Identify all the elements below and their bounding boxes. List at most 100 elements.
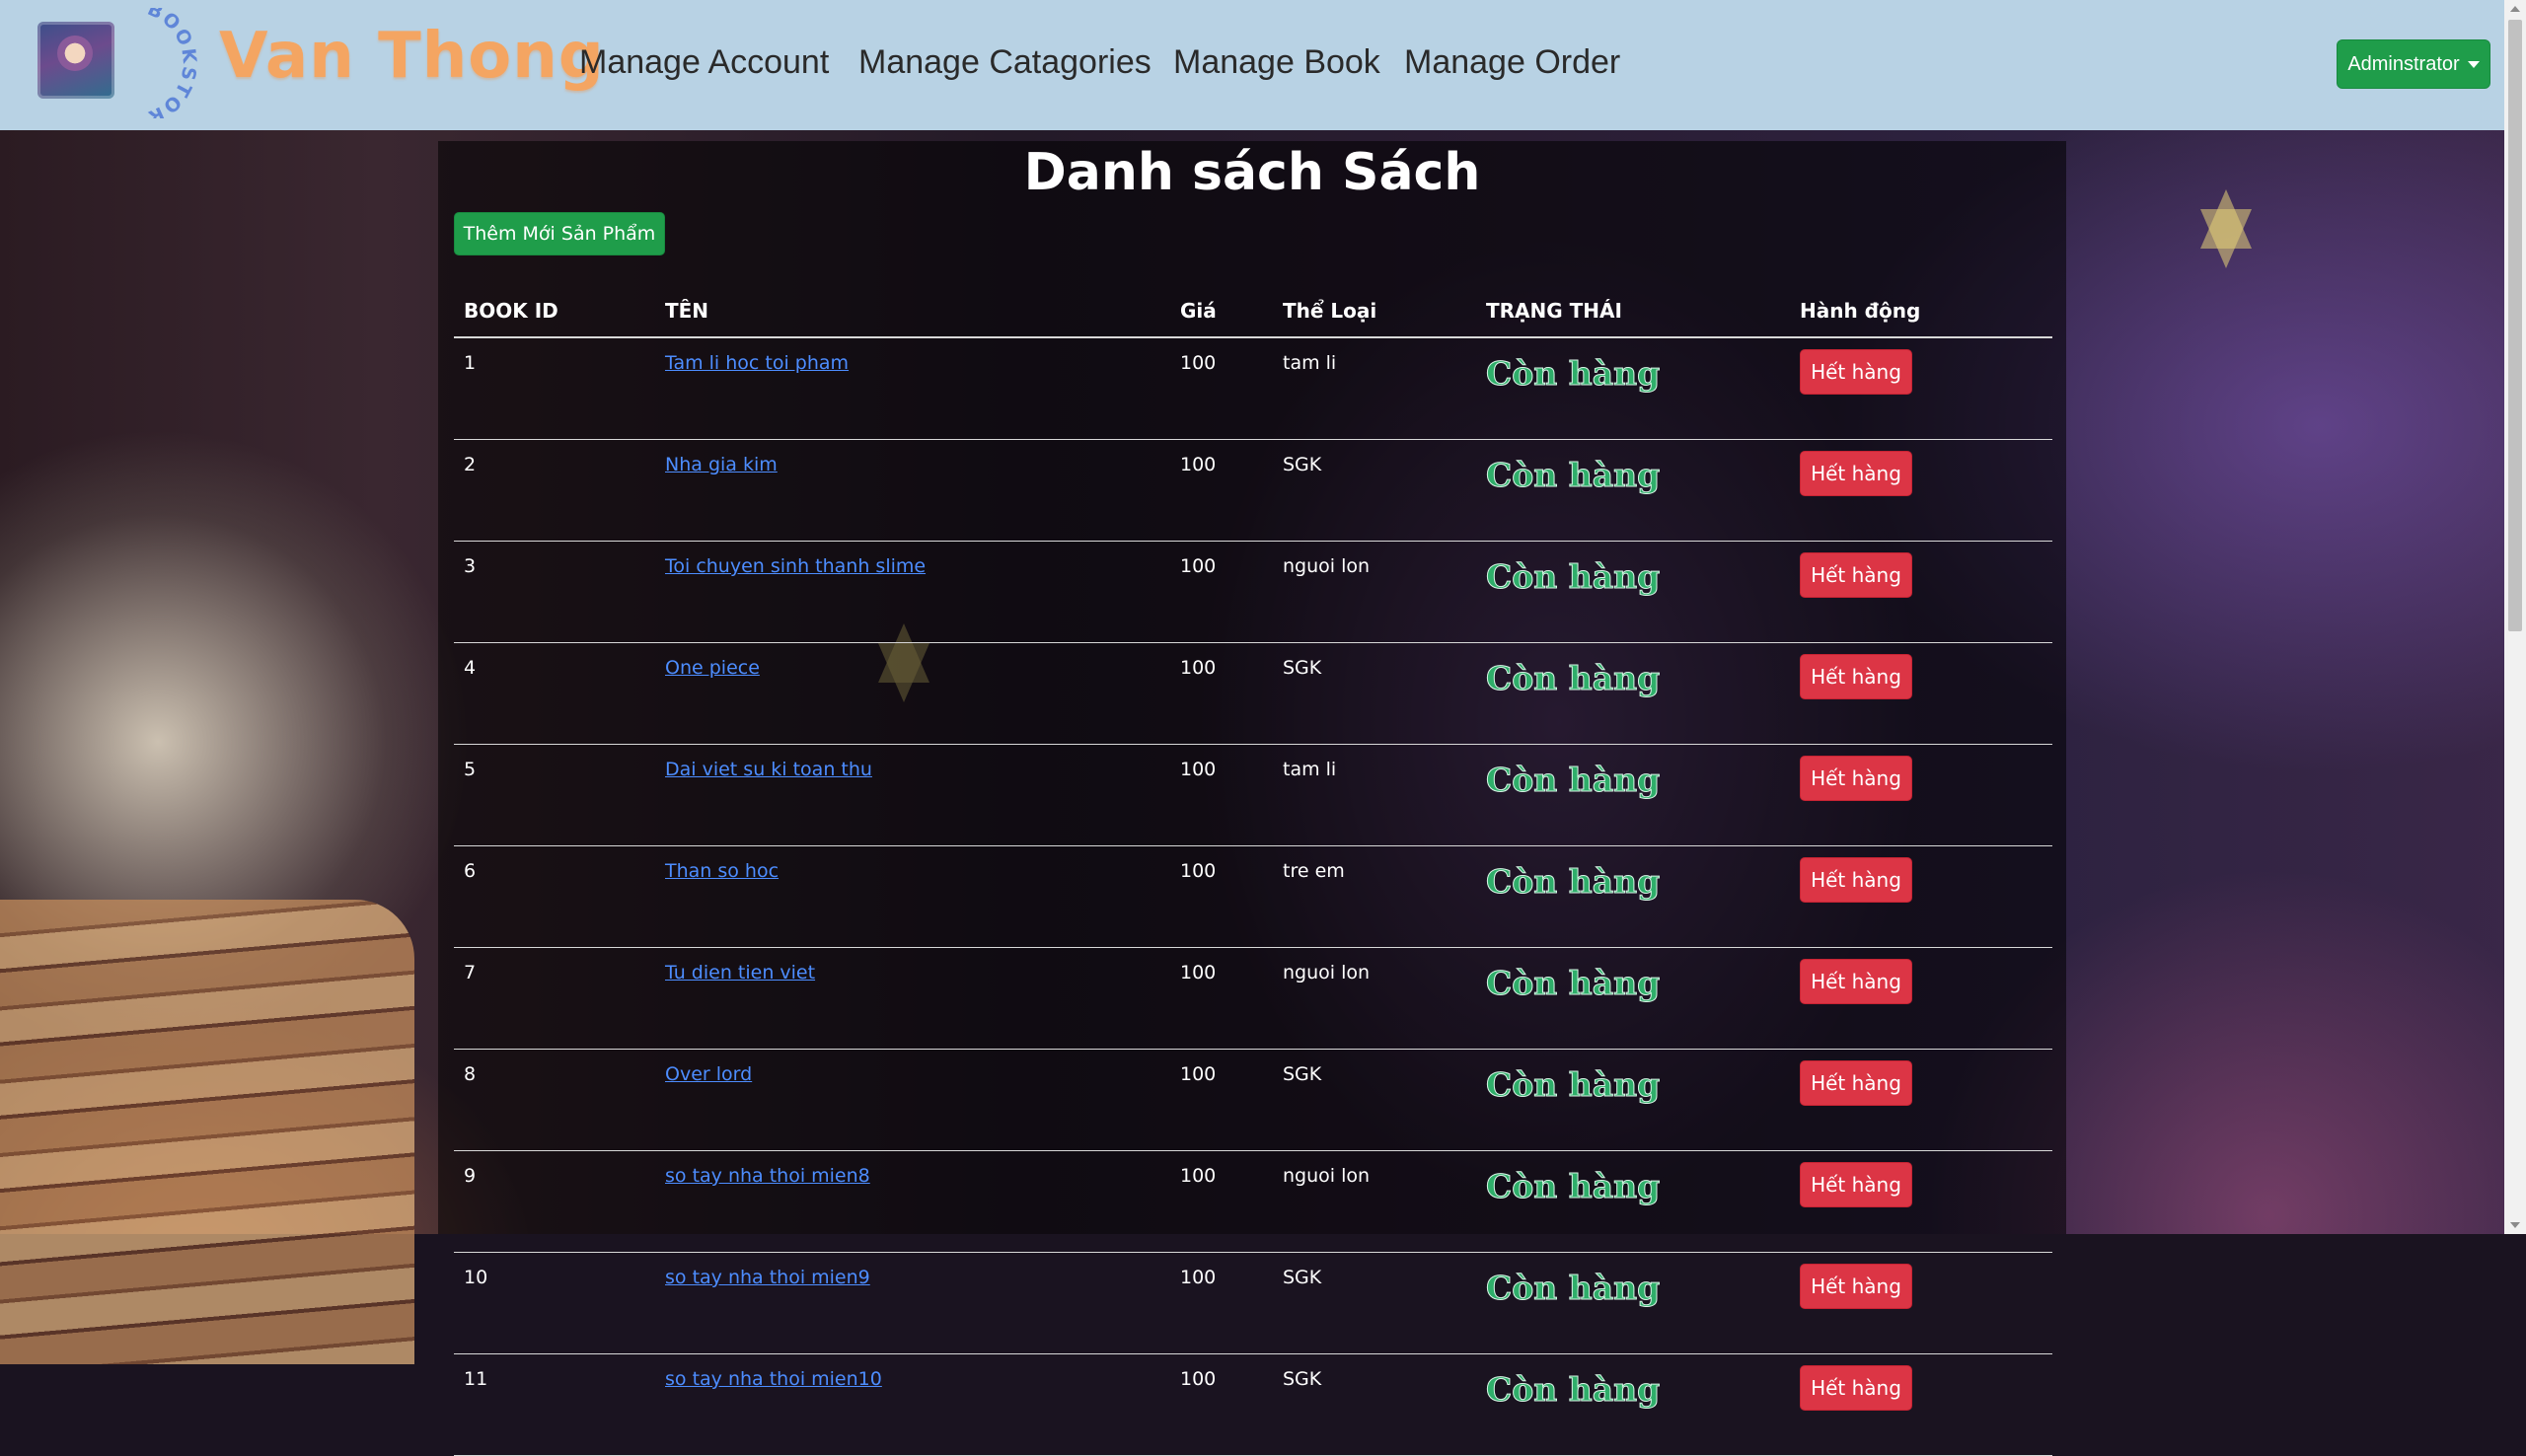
table-row: 9 so tay nha thoi mien8 100 nguoi lon Còn hà… [454,1150,2052,1253]
book-category-cell: SGK [1273,1353,1476,1456]
book-name-cell: Dai viet su ki toan thu [655,744,1170,846]
book-id-cell: 6 [454,845,655,948]
book-price-cell: 100 [1170,744,1273,846]
book-id-cell: 5 [454,744,655,846]
book-name-link[interactable]: so tay nha thoi mien10 [665,1368,882,1390]
status-label: Còn hàng [1485,862,1661,902]
book-action-cell: Hết hàng [1790,1252,2052,1354]
out-of-stock-button[interactable]: Hết hàng [1800,1264,1912,1309]
table-row: 11 so tay nha thoi mien10 100 SGK Còn hàng Hế… [454,1353,2052,1456]
book-action-cell: Hết hàng [1790,845,2052,948]
book-name-link[interactable]: so tay nha thoi mien8 [665,1165,870,1187]
out-of-stock-button[interactable]: Hết hàng [1800,654,1912,699]
bookstore-logo-icon[interactable] [37,22,114,99]
star-illustration [2200,189,2252,268]
nav-manage-account[interactable]: Manage Account [579,43,829,82]
out-of-stock-button[interactable]: Hết hàng [1800,756,1912,801]
status-label: Còn hàng [1485,761,1661,800]
book-price-cell: 100 [1170,439,1273,542]
book-name-cell: Nha gia kim [655,439,1170,542]
header-status[interactable]: TRẠNG THÁI [1476,285,1790,338]
book-name-cell: Toi chuyen sinh thanh slime [655,541,1170,643]
book-action-cell: Hết hàng [1790,1353,2052,1456]
out-of-stock-button[interactable]: Hết hàng [1800,1162,1912,1207]
nav-manage-order[interactable]: Manage Order [1404,43,1620,82]
nav-manage-book[interactable]: Manage Book [1173,43,1380,82]
table-header-row: BOOK ID TÊN Giá Thể Loại TRẠNG THÁI Hành… [454,285,2052,338]
book-price-cell: 100 [1170,642,1273,745]
book-name-link[interactable]: One piece [665,657,760,679]
chevron-down-icon [2467,60,2480,68]
book-status-cell: Còn hàng [1476,1252,1790,1354]
admin-dropdown-button[interactable]: Adminstrator [2337,39,2490,89]
book-category-cell: tre em [1273,845,1476,948]
table-row: 2 Nha gia kim 100 SGK Còn hàng Hết hàng [454,439,2052,542]
book-category-cell: nguoi lon [1273,947,1476,1050]
header-category[interactable]: Thể Loại [1273,285,1476,338]
status-label: Còn hàng [1485,1167,1661,1206]
nav-manage-categories[interactable]: Manage Catagories [858,43,1152,82]
book-name-cell: One piece [655,642,1170,745]
out-of-stock-button[interactable]: Hết hàng [1800,1365,1912,1411]
out-of-stock-button[interactable]: Hết hàng [1800,857,1912,903]
book-name-cell: Than so hoc [655,845,1170,948]
book-action-cell: Hết hàng [1790,947,2052,1050]
book-name-cell: Tam li hoc toi pham [655,337,1170,440]
book-list-panel: Danh sách Sách Thêm Mới Sản Phẩm BOOK ID… [438,141,2066,1456]
table-row: 5 Dai viet su ki toan thu 100 tam li Còn hàn… [454,744,2052,846]
header-book-id[interactable]: BOOK ID [454,285,655,338]
out-of-stock-button[interactable]: Hết hàng [1800,451,1912,496]
book-action-cell: Hết hàng [1790,337,2052,440]
book-status-cell: Còn hàng [1476,1353,1790,1456]
book-status-cell: Còn hàng [1476,1150,1790,1253]
brand-title[interactable]: Van Thong [219,20,605,93]
book-status-cell: Còn hàng [1476,947,1790,1050]
add-product-button[interactable]: Thêm Mới Sản Phẩm [454,212,665,255]
status-label: Còn hàng [1485,1269,1661,1308]
scroll-down-arrow-icon[interactable] [2510,1222,2520,1228]
table-body: 1 Tam li hoc toi pham 100 tam li Còn hàng Hết… [454,337,2052,1456]
scrollbar-thumb[interactable] [2508,20,2522,631]
book-price-cell: 100 [1170,1049,1273,1151]
page-scrollbar[interactable] [2504,0,2526,1234]
status-label: Còn hàng [1485,964,1661,1003]
header-action[interactable]: Hành động [1790,285,2052,338]
book-name-link[interactable]: Nha gia kim [665,454,778,475]
book-price-cell: 100 [1170,1252,1273,1354]
book-status-cell: Còn hàng [1476,439,1790,542]
book-name-link[interactable]: Tu dien tien viet [665,962,815,983]
table-row: 8 Over lord 100 SGK Còn hàng Hết hàng [454,1049,2052,1151]
book-id-cell: 1 [454,337,655,440]
book-name-link[interactable]: Tam li hoc toi pham [665,352,849,374]
out-of-stock-button[interactable]: Hết hàng [1800,1060,1912,1106]
book-status-cell: Còn hàng [1476,541,1790,643]
header-name[interactable]: TÊN [655,285,1170,338]
book-action-cell: Hết hàng [1790,439,2052,542]
book-price-cell: 100 [1170,947,1273,1050]
book-name-cell: Tu dien tien viet [655,947,1170,1050]
book-name-cell: so tay nha thoi mien8 [655,1150,1170,1253]
book-name-link[interactable]: Dai viet su ki toan thu [665,759,872,780]
out-of-stock-button[interactable]: Hết hàng [1800,959,1912,1004]
book-name-cell: Over lord [655,1049,1170,1151]
book-price-cell: 100 [1170,541,1273,643]
out-of-stock-button[interactable]: Hết hàng [1800,349,1912,395]
book-id-cell: 8 [454,1049,655,1151]
book-name-link[interactable]: Than so hoc [665,860,779,882]
book-name-link[interactable]: Over lord [665,1063,752,1085]
scroll-up-arrow-icon[interactable] [2510,6,2520,12]
book-name-link[interactable]: Toi chuyen sinh thanh slime [665,555,926,577]
out-of-stock-button[interactable]: Hết hàng [1800,552,1912,598]
admin-dropdown-label: Adminstrator [2347,52,2460,75]
book-id-cell: 3 [454,541,655,643]
status-label: Còn hàng [1485,557,1661,597]
header-price[interactable]: Giá [1170,285,1273,338]
book-status-cell: Còn hàng [1476,1049,1790,1151]
book-name-link[interactable]: so tay nha thoi mien9 [665,1267,870,1288]
table-row: 1 Tam li hoc toi pham 100 tam li Còn hàng Hết… [454,337,2052,440]
logo-arc-text: BOOKSTORE [126,8,198,118]
book-price-cell: 100 [1170,1353,1273,1456]
book-category-cell: SGK [1273,642,1476,745]
book-status-cell: Còn hàng [1476,642,1790,745]
book-category-cell: SGK [1273,1049,1476,1151]
